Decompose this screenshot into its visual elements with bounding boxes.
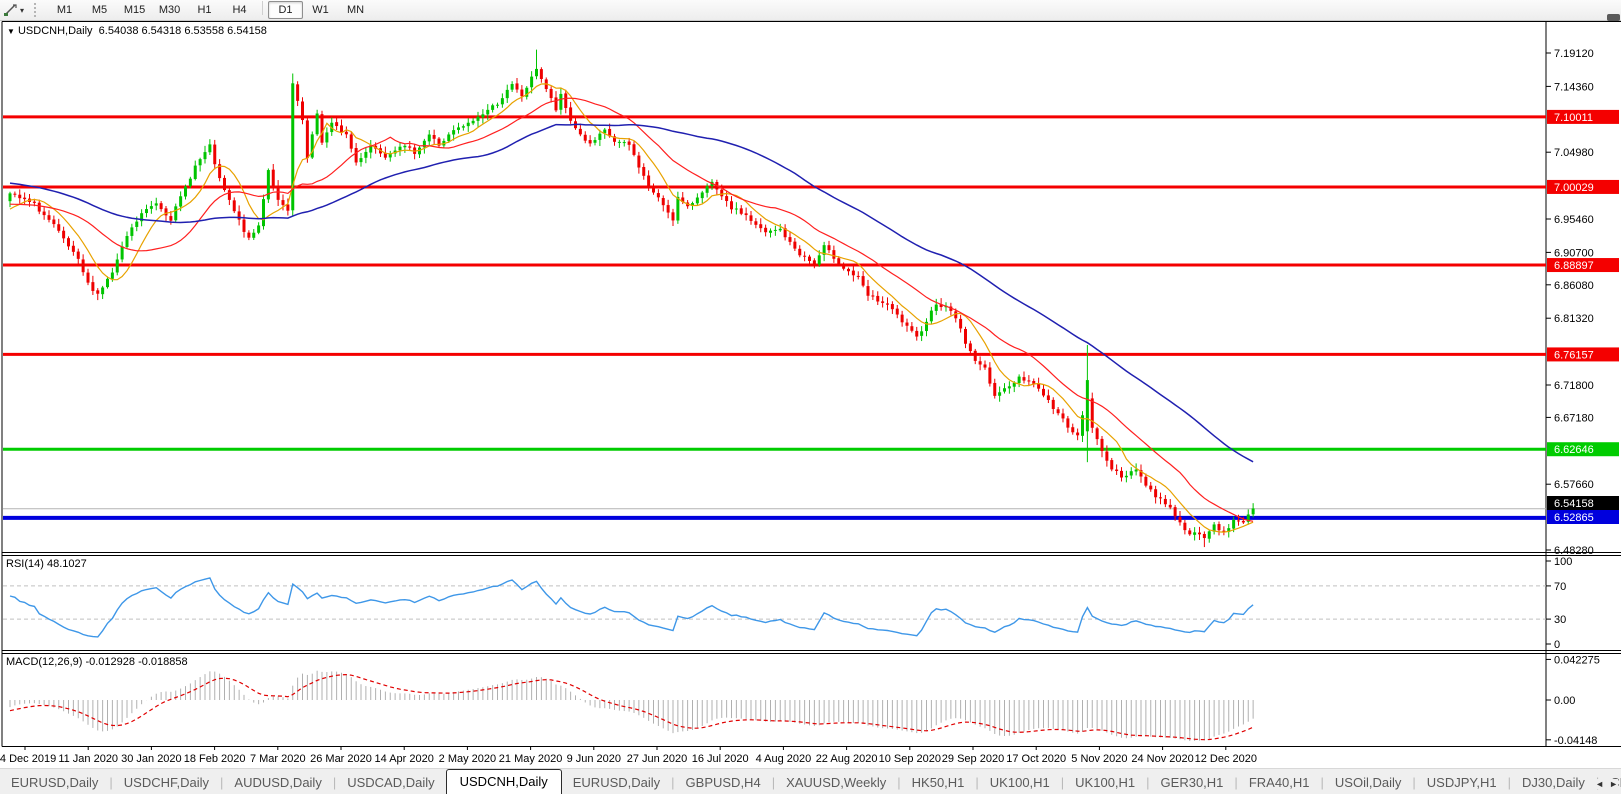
chart-tab-usdjpy-h1[interactable]: USDJPY,H1: [1416, 772, 1508, 794]
timeframe-button-m30[interactable]: M30: [152, 1, 187, 19]
svg-text:6.88897: 6.88897: [1554, 260, 1594, 272]
chart-tabs-bar: EURUSD,Daily | USDCHF,Daily | AUDUSD,Daily | U…: [0, 768, 1621, 794]
crosshair-tool-icon[interactable]: [3, 3, 19, 17]
chart-tab-dj30-daily[interactable]: DJ30,Daily: [1511, 772, 1596, 794]
timeframe-button-mn[interactable]: MN: [338, 1, 373, 19]
svg-text:24 Nov 2020: 24 Nov 2020: [1131, 753, 1193, 765]
svg-text:7.04980: 7.04980: [1554, 147, 1594, 159]
svg-text:7.00029: 7.00029: [1554, 182, 1594, 194]
chart-tab-eurusd-daily[interactable]: EURUSD,Daily: [562, 772, 671, 794]
svg-text:7.14360: 7.14360: [1554, 81, 1594, 93]
svg-text:7.19120: 7.19120: [1554, 48, 1594, 60]
svg-text:0.00: 0.00: [1554, 695, 1575, 707]
svg-text:26 Mar 2020: 26 Mar 2020: [310, 753, 372, 765]
price-badge-7.10011: 7.10011: [1547, 109, 1619, 124]
timeframe-button-m5[interactable]: M5: [82, 1, 117, 19]
toolbar-grip: [34, 3, 41, 17]
chart-tab-usdcnh-daily[interactable]: USDCNH,Daily: [445, 769, 562, 794]
ohlc-low: 6.53558: [184, 25, 225, 37]
svg-text:6.71800: 6.71800: [1554, 380, 1594, 392]
svg-text:10 Sep 2020: 10 Sep 2020: [879, 753, 941, 765]
mt4-window: 7.19120 7.14360 7.04980 6.95460 6.90700 6.860…: [0, 0, 1621, 794]
macd-indicator-label: MACD(12,26,9) -0.012928 -0.018858: [6, 656, 188, 668]
svg-text:6.76157: 6.76157: [1554, 349, 1594, 361]
svg-text:4 Aug 2020: 4 Aug 2020: [756, 753, 812, 765]
chart-tab-audusd-daily[interactable]: AUDUSD,Daily: [223, 772, 332, 794]
svg-text:6.62646: 6.62646: [1554, 444, 1594, 456]
toolbar-separator: [262, 1, 264, 15]
tab-scroll-left-icon[interactable]: ◄: [1595, 779, 1604, 789]
svg-text:29 Sep 2020: 29 Sep 2020: [942, 753, 1004, 765]
chart-canvas: 7.19120 7.14360 7.04980 6.95460 6.90700 6.860…: [0, 20, 1621, 794]
timeframe-button-m1[interactable]: M1: [47, 1, 82, 19]
svg-text:12 Dec 2020: 12 Dec 2020: [1195, 753, 1257, 765]
rsi-indicator-label: RSI(14) 48.1027: [6, 558, 87, 570]
chart-shift-marker[interactable]: [1607, 14, 1620, 21]
svg-text:6.90700: 6.90700: [1554, 247, 1594, 259]
svg-text:16 Jul 2020: 16 Jul 2020: [692, 753, 749, 765]
price-badge-6.88897: 6.88897: [1547, 258, 1619, 273]
chart-tab-fra40-h1[interactable]: FRA40,H1: [1238, 772, 1321, 794]
price-badge-6.62646: 6.62646: [1547, 442, 1619, 457]
chart-tab-ger30-h1[interactable]: GER30,H1: [1150, 772, 1235, 794]
svg-text:6.52865: 6.52865: [1554, 512, 1594, 524]
price-badge-6.76157: 6.76157: [1547, 347, 1619, 362]
tab-scroll-arrows: ◄ ►: [1586, 779, 1618, 789]
chart-tab-gbpusd-h4[interactable]: GBPUSD,H4: [675, 772, 772, 794]
svg-text:6.86080: 6.86080: [1554, 280, 1594, 292]
chart-tab-uk100-h1[interactable]: UK100,H1: [979, 772, 1061, 794]
timeframe-button-h4[interactable]: H4: [222, 1, 257, 19]
current-price-badge: 6.54158: [1547, 496, 1619, 510]
timeframe-button-h1[interactable]: H1: [187, 1, 222, 19]
svg-text:5 Nov 2020: 5 Nov 2020: [1071, 753, 1127, 765]
tool-dropdown-icon[interactable]: ▾: [20, 6, 24, 15]
chart-tab-eurusd-daily[interactable]: EURUSD,Daily: [0, 772, 109, 794]
svg-text:70: 70: [1554, 581, 1566, 593]
svg-text:14 Apr 2020: 14 Apr 2020: [375, 753, 434, 765]
symbol-period-label: USDCNH,Daily: [17, 25, 93, 37]
ohlc-close: 6.54158: [227, 25, 267, 37]
svg-text:9 Jun 2020: 9 Jun 2020: [567, 753, 621, 765]
svg-text:30: 30: [1554, 614, 1566, 626]
timeframe-button-w1[interactable]: W1: [303, 1, 338, 19]
svg-text:18 Feb 2020: 18 Feb 2020: [184, 753, 246, 765]
svg-text:24 Dec 2019: 24 Dec 2019: [0, 753, 56, 765]
svg-text:27 Jun 2020: 27 Jun 2020: [627, 753, 688, 765]
svg-text:6.67180: 6.67180: [1554, 412, 1594, 424]
timeframe-buttons: M1 M5 M15 M30 H1 H4 D1 W1 MN: [47, 1, 373, 19]
price-badge-7.00029: 7.00029: [1547, 179, 1619, 194]
svg-text:0.042275: 0.042275: [1554, 654, 1600, 666]
svg-text:6.95460: 6.95460: [1554, 214, 1594, 226]
timeframe-toolbar: ▾ M1 M5 M15 M30 H1 H4 D1 W1 MN: [0, 0, 1621, 21]
svg-text:2 May 2020: 2 May 2020: [439, 753, 496, 765]
svg-text:30 Jan 2020: 30 Jan 2020: [121, 753, 182, 765]
svg-text:7.10011: 7.10011: [1554, 112, 1593, 124]
svg-text:100: 100: [1554, 556, 1572, 568]
timeframe-button-d1[interactable]: D1: [268, 1, 304, 19]
svg-text:6.81320: 6.81320: [1554, 313, 1594, 325]
tab-scroll-right-icon[interactable]: ►: [1609, 779, 1618, 789]
price-badge-6.52865: 6.52865: [1547, 510, 1619, 524]
svg-text:7 Mar 2020: 7 Mar 2020: [250, 753, 306, 765]
symbol-dropdown-icon[interactable]: ▼: [7, 27, 15, 36]
ohlc-open: 6.54038: [98, 25, 139, 37]
chart-tab-usdcad-daily[interactable]: USDCAD,Daily: [336, 772, 445, 794]
chart-tab-hk50-h1[interactable]: HK50,H1: [901, 772, 976, 794]
svg-text:-0.04148: -0.04148: [1554, 735, 1597, 747]
ohlc-high: 6.54318: [141, 25, 182, 37]
svg-text:0: 0: [1554, 639, 1560, 651]
chart-tab-xauusd-weekly[interactable]: XAUUSD,Weekly: [775, 772, 897, 794]
chart-title: ▼ USDCNH,Daily 6.54038 6.54318 6.53558 6…: [7, 25, 267, 37]
svg-text:17 Oct 2020: 17 Oct 2020: [1006, 753, 1066, 765]
svg-text:22 Aug 2020: 22 Aug 2020: [816, 753, 878, 765]
chart-tab-uk100-h1[interactable]: UK100,H1: [1064, 772, 1146, 794]
svg-text:6.54158: 6.54158: [1554, 498, 1594, 510]
svg-text:21 May 2020: 21 May 2020: [499, 753, 563, 765]
timeframe-button-m15[interactable]: M15: [117, 1, 152, 19]
svg-text:6.57660: 6.57660: [1554, 479, 1594, 491]
chart-tab-usdchf-daily[interactable]: USDCHF,Daily: [113, 772, 220, 794]
svg-text:11 Jan 2020: 11 Jan 2020: [58, 753, 118, 765]
chart-tab-usoil-daily[interactable]: USOil,Daily: [1324, 772, 1412, 794]
